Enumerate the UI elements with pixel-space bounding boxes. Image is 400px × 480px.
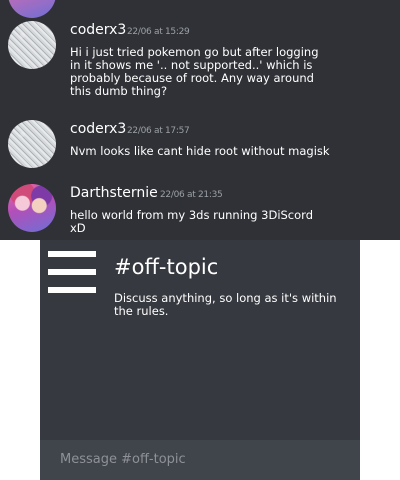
avatar[interactable] xyxy=(8,184,56,232)
message-text: Nvm looks like cant hide root without ma… xyxy=(70,144,330,158)
channel-topic: Discuss anything, so long as it's within… xyxy=(114,291,337,318)
message-input-bar[interactable]: Message #off-topic xyxy=(40,440,360,480)
message-list[interactable]: coderx3 22/06 at 15:29 Hi i just tried p… xyxy=(0,0,400,240)
message-username[interactable]: coderx3 xyxy=(70,22,126,38)
menu-icon[interactable] xyxy=(48,251,96,293)
message-username[interactable]: coderx3 xyxy=(70,121,126,137)
avatar[interactable] xyxy=(8,21,56,69)
channel-title: #off-topic xyxy=(114,255,219,279)
message-username[interactable]: Darthsternie xyxy=(70,185,158,201)
channel-panel: #off-topic Discuss anything, so long as … xyxy=(40,240,360,480)
message-timestamp: 22/06 at 17:57 xyxy=(127,126,190,136)
avatar[interactable] xyxy=(8,0,56,18)
message-timestamp: 22/06 at 15:29 xyxy=(127,27,190,37)
avatar[interactable] xyxy=(8,120,56,168)
message-input[interactable]: Message #off-topic xyxy=(60,452,186,467)
message-text: Hi i just tried pokemon go but after log… xyxy=(70,45,319,98)
message-text: hello world from my 3ds running 3DiScord… xyxy=(70,208,313,235)
message-timestamp: 22/06 at 21:35 xyxy=(160,190,223,200)
